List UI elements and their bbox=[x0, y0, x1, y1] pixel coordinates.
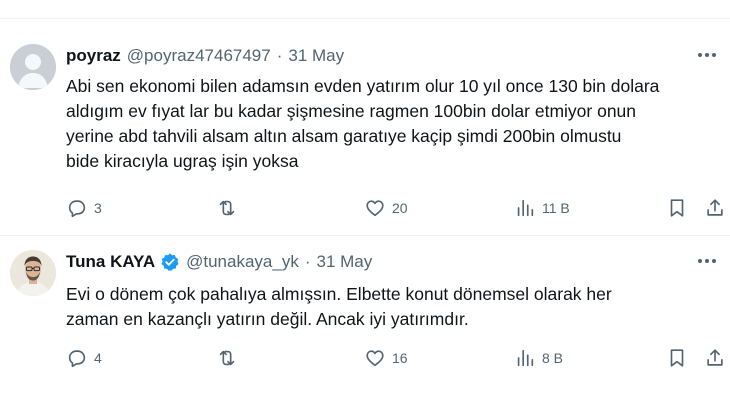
tweet-thread: poyraz @poyraz47467497 · 31 May Abi sen … bbox=[0, 0, 730, 420]
more-icon[interactable] bbox=[696, 258, 718, 264]
views-button[interactable]: 11 B bbox=[514, 196, 570, 220]
author-handle[interactable]: @tunakaya_yk bbox=[186, 252, 299, 272]
like-icon bbox=[366, 350, 384, 367]
reply-icon bbox=[68, 200, 86, 218]
avatar[interactable] bbox=[10, 44, 56, 90]
tweet-text: Abi sen ekonomi bilen adamsın evden yatı… bbox=[66, 74, 716, 174]
tweet-text-line: bide kiracıyla ugraş işin yoksa bbox=[66, 151, 299, 171]
tweet-header: Tuna KAYA @tunakaya_yk · 31 May bbox=[66, 252, 372, 272]
share-button[interactable] bbox=[704, 196, 726, 220]
verified-badge-icon bbox=[161, 253, 179, 271]
views-count: 11 B bbox=[542, 200, 570, 216]
retweet-button[interactable] bbox=[216, 346, 244, 370]
retweet-icon bbox=[219, 350, 235, 366]
like-count: 16 bbox=[392, 350, 408, 366]
share-icon bbox=[707, 199, 723, 216]
share-button[interactable] bbox=[704, 346, 726, 370]
tweet-text-line: Evi o dönem çok pahalıya almışsın. Elbet… bbox=[66, 284, 612, 304]
like-count: 20 bbox=[392, 200, 408, 216]
like-icon bbox=[366, 200, 384, 217]
tweet-text-line: yerine abd tahvili alsam altın alsam gar… bbox=[66, 126, 622, 146]
tweet-date[interactable]: 31 May bbox=[317, 252, 373, 272]
views-button[interactable]: 8 B bbox=[514, 346, 563, 370]
tweet-text: Evi o dönem çok pahalıya almışsın. Elbet… bbox=[66, 282, 716, 332]
like-button[interactable]: 20 bbox=[364, 196, 408, 220]
bookmark-icon bbox=[670, 199, 684, 217]
action-bar: 4 16 8 B bbox=[66, 346, 730, 370]
tweet-divider bbox=[0, 235, 730, 236]
like-button[interactable]: 16 bbox=[364, 346, 408, 370]
tweet-date[interactable]: 31 May bbox=[288, 46, 344, 66]
default-avatar-icon bbox=[10, 44, 56, 90]
reply-button[interactable]: 4 bbox=[66, 346, 102, 370]
views-count: 8 B bbox=[542, 350, 564, 366]
profile-photo-icon bbox=[10, 250, 56, 296]
share-icon bbox=[707, 349, 723, 366]
reply-icon bbox=[68, 350, 86, 368]
views-icon bbox=[517, 349, 534, 367]
action-bar: 3 20 11 B bbox=[66, 196, 730, 220]
more-icon[interactable] bbox=[696, 52, 718, 58]
tweet-text-line: aldıgım ev fıyat lar bu kadar şişmesine … bbox=[66, 101, 637, 121]
top-divider bbox=[0, 18, 730, 19]
separator-dot: · bbox=[304, 252, 311, 271]
bookmark-button[interactable] bbox=[666, 196, 688, 220]
retweet-icon bbox=[219, 200, 235, 216]
bookmark-button[interactable] bbox=[666, 346, 688, 370]
tweet-header: poyraz @poyraz47467497 · 31 May bbox=[66, 46, 344, 66]
avatar[interactable] bbox=[10, 250, 56, 296]
views-icon bbox=[517, 199, 534, 217]
author-handle[interactable]: @poyraz47467497 bbox=[127, 46, 271, 66]
separator-dot: · bbox=[276, 46, 283, 65]
tweet-text-line: Abi sen ekonomi bilen adamsın evden yatı… bbox=[66, 76, 660, 96]
reply-count: 4 bbox=[94, 350, 102, 366]
tweet-text-line: zaman en kazançlı yatırın değil. Ancak i… bbox=[66, 309, 469, 329]
reply-count: 3 bbox=[94, 200, 102, 216]
author-name[interactable]: Tuna KAYA bbox=[66, 252, 155, 272]
reply-button[interactable]: 3 bbox=[66, 196, 102, 220]
author-name[interactable]: poyraz bbox=[66, 46, 121, 66]
bookmark-icon bbox=[670, 349, 684, 367]
retweet-button[interactable] bbox=[216, 196, 244, 220]
